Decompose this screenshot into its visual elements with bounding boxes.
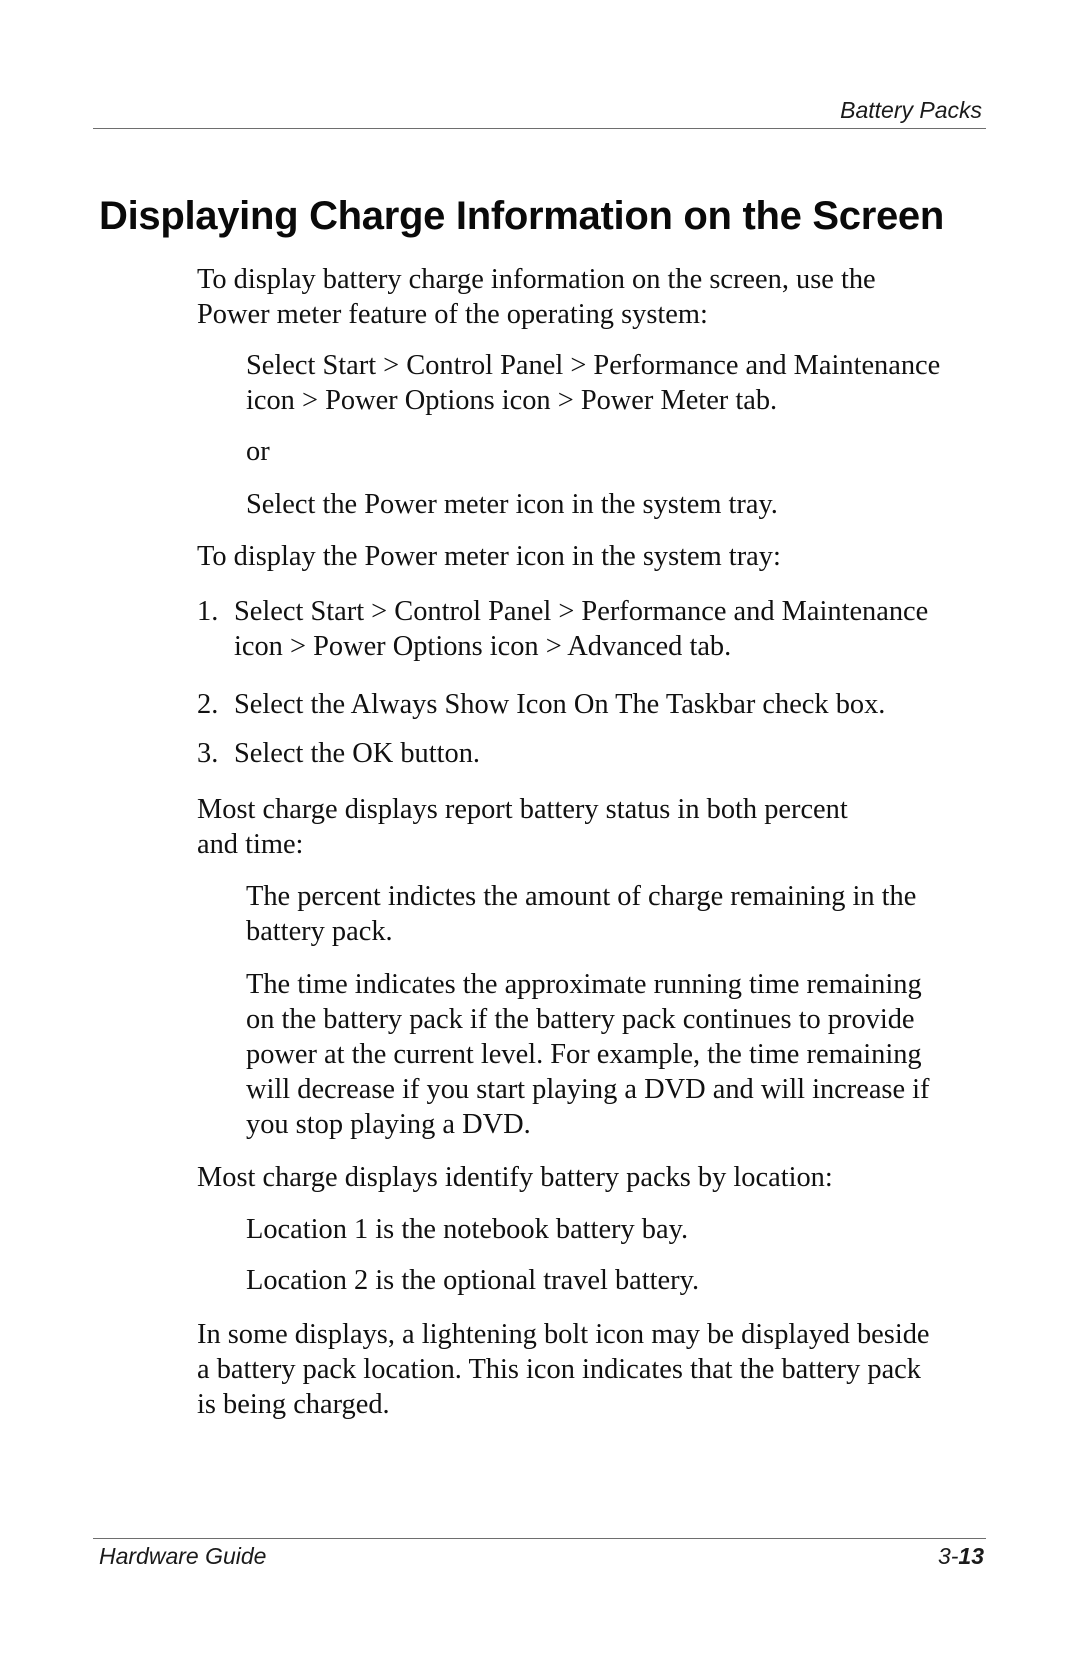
step-number: 3. xyxy=(197,738,219,769)
text-line: is being charged. xyxy=(197,1389,390,1420)
step-text: Select the OK button. xyxy=(234,738,481,769)
chapter-prefix: 3- xyxy=(937,1543,959,1569)
page-number: 3-13 xyxy=(938,1543,984,1570)
step-text: Select Start > Control Panel > Performan… xyxy=(234,594,928,664)
text-line: on the battery pack if the battery pack … xyxy=(246,1004,915,1035)
text-line: Select Start > Control Panel > Performan… xyxy=(246,350,941,381)
text-line: you stop playing a DVD. xyxy=(246,1109,531,1140)
step-number: 2. xyxy=(197,689,219,720)
step-number: 1. xyxy=(197,596,219,627)
time-description: The time indicates the approximate runni… xyxy=(246,967,930,1142)
step-text: Select the Always Show Icon On The Taskb… xyxy=(234,689,886,720)
option-a-instructions: Select Start > Control Panel > Performan… xyxy=(246,348,940,418)
text-line: a battery pack location. This icon indic… xyxy=(197,1354,921,1385)
text-line: The time indicates the approximate runni… xyxy=(246,969,922,1000)
footer-guide-title: Hardware Guide xyxy=(99,1543,267,1569)
percent-description: The percent indictes the amount of charg… xyxy=(246,879,916,949)
text-line: Select Start > Control Panel > Performan… xyxy=(234,596,929,627)
text-line: battery pack. xyxy=(246,916,393,947)
or-separator: or xyxy=(246,436,270,467)
option-b-instructions: Select the Power meter icon in the syste… xyxy=(246,487,778,522)
charging-note-paragraph: In some displays, a lightening bolt icon… xyxy=(197,1317,930,1422)
text-line: In some displays, a lightening bolt icon… xyxy=(197,1319,930,1350)
tray-intro-paragraph: To display the Power meter icon in the s… xyxy=(197,541,781,572)
header-rule xyxy=(93,128,986,129)
location-1-item: Location 1 is the notebook battery bay. xyxy=(246,1214,689,1245)
running-header-title: Battery Packs xyxy=(840,97,982,123)
intro-paragraph: To display battery charge information on… xyxy=(197,262,876,332)
text-line: power at the current level. For example,… xyxy=(246,1039,922,1070)
text-line: icon > Power Options icon > Power Meter … xyxy=(246,385,778,416)
text-line: The percent indictes the amount of charg… xyxy=(246,881,917,912)
location-2-item: Location 2 is the optional travel batter… xyxy=(246,1265,700,1296)
text-line: Select the Power meter icon in the syste… xyxy=(246,489,778,520)
section-heading: Displaying Charge Information on the Scr… xyxy=(99,194,945,238)
text-line: To display battery charge information on… xyxy=(197,264,876,295)
footer-rule xyxy=(93,1538,986,1539)
text-line: icon > Power Options icon > Advanced tab… xyxy=(234,631,732,662)
text-line: and time: xyxy=(197,829,304,860)
text-line: Most charge displays report battery stat… xyxy=(197,794,848,825)
text-line: Power meter feature of the operating sys… xyxy=(197,299,708,330)
page-number-value: 13 xyxy=(958,1543,984,1569)
status-intro-paragraph: Most charge displays report battery stat… xyxy=(197,792,848,862)
location-intro-paragraph: Most charge displays identify battery pa… xyxy=(197,1162,833,1193)
text-line: will decrease if you start playing a DVD… xyxy=(246,1074,930,1105)
